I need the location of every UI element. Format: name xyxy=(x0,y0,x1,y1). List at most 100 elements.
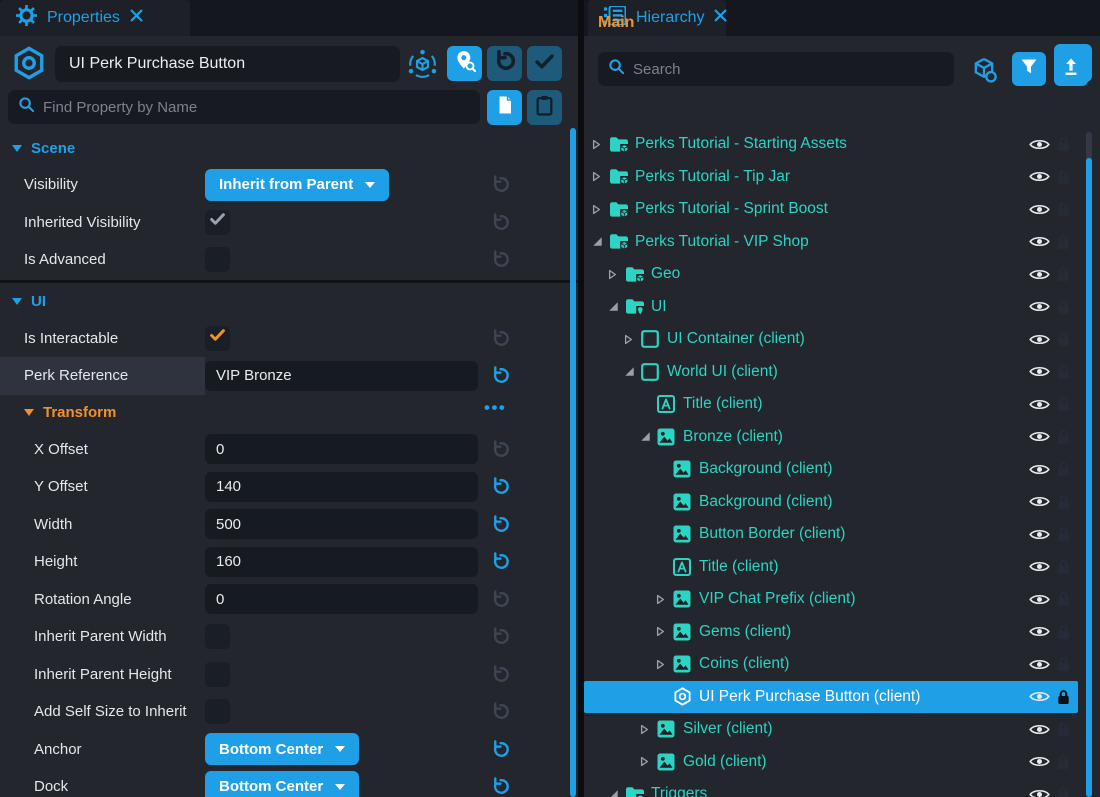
eye-visibility-icon[interactable] xyxy=(1029,755,1051,768)
lock-icon[interactable] xyxy=(1057,364,1072,380)
rotation-angle-field[interactable]: 0 xyxy=(205,584,478,614)
tree-item-perks-tutorial-sprint-boost[interactable]: Perks Tutorial - Sprint Boost xyxy=(584,193,1078,226)
lock-icon[interactable] xyxy=(1057,461,1072,477)
collapsed-expander-icon[interactable] xyxy=(608,269,625,280)
tree-item-gems-client[interactable]: Gems (client) xyxy=(584,616,1078,649)
lock-icon[interactable] xyxy=(1057,331,1072,347)
expanded-expander-icon[interactable] xyxy=(624,366,641,377)
x-offset-field[interactable]: 0 xyxy=(205,434,478,464)
eye-visibility-icon[interactable] xyxy=(1029,690,1051,703)
eye-visibility-icon[interactable] xyxy=(1029,430,1051,443)
close-icon[interactable] xyxy=(714,9,727,27)
collapsed-expander-icon[interactable] xyxy=(656,626,673,637)
property-search-input[interactable] xyxy=(43,99,470,116)
eye-visibility-icon[interactable] xyxy=(1029,170,1051,183)
tree-item-silver-client[interactable]: Silver (client) xyxy=(584,713,1078,746)
more-options-icon[interactable]: ••• xyxy=(484,398,506,418)
lock-icon[interactable] xyxy=(1057,136,1072,152)
properties-scrollbar[interactable] xyxy=(570,128,576,797)
add-self-size-to-inherit-checkbox[interactable] xyxy=(205,699,230,724)
cube-network-icon[interactable] xyxy=(406,48,438,80)
section-header-ui[interactable]: UI xyxy=(0,284,578,320)
expanded-expander-icon[interactable] xyxy=(608,789,625,797)
tree-item-ui-perk-purchase-button-client[interactable]: UI Perk Purchase Button (client) xyxy=(584,681,1078,714)
tree-item-geo[interactable]: Geo xyxy=(584,258,1078,291)
confirm-button[interactable] xyxy=(527,46,562,81)
lock-icon[interactable] xyxy=(1057,786,1072,797)
lock-icon[interactable] xyxy=(1057,559,1072,575)
inherit-parent-height-checkbox[interactable] xyxy=(205,662,230,687)
paste-properties-button[interactable] xyxy=(527,90,562,125)
asset-library-cube-icon[interactable] xyxy=(970,56,998,84)
lock-icon[interactable] xyxy=(1057,624,1072,640)
collapsed-expander-icon[interactable] xyxy=(592,171,609,182)
lock-icon[interactable] xyxy=(1057,591,1072,607)
tree-item-vip-chat-prefix-client[interactable]: VIP Chat Prefix (client) xyxy=(584,583,1078,616)
reset-icon[interactable] xyxy=(488,515,512,534)
tree-item-world-ui-client[interactable]: World UI (client) xyxy=(584,356,1078,389)
tree-item-button-border-client[interactable]: Button Border (client) xyxy=(584,518,1078,551)
collapsed-expander-icon[interactable] xyxy=(640,724,657,735)
collapsed-expander-icon[interactable] xyxy=(656,659,673,670)
tree-item-background-client[interactable]: Background (client) xyxy=(584,486,1078,519)
expanded-expander-icon[interactable] xyxy=(608,301,625,312)
lock-icon[interactable] xyxy=(1057,201,1072,217)
reset-icon[interactable] xyxy=(488,366,512,385)
inherit-parent-width-checkbox[interactable] xyxy=(205,624,230,649)
height-field[interactable]: 160 xyxy=(205,547,478,577)
reset-icon[interactable] xyxy=(488,477,512,496)
tree-item-perks-tutorial-starting-assets[interactable]: Perks Tutorial - Starting Assets xyxy=(584,128,1078,161)
locate-entity-button[interactable] xyxy=(447,46,482,81)
eye-visibility-icon[interactable] xyxy=(1029,333,1051,346)
copy-properties-button[interactable] xyxy=(487,90,522,125)
expanded-expander-icon[interactable] xyxy=(592,236,609,247)
lock-icon[interactable] xyxy=(1057,169,1072,185)
lock-icon[interactable] xyxy=(1057,396,1072,412)
eye-visibility-icon[interactable] xyxy=(1029,528,1051,541)
lock-icon[interactable] xyxy=(1057,526,1072,542)
eye-visibility-icon[interactable] xyxy=(1029,463,1051,476)
collapsed-expander-icon[interactable] xyxy=(656,594,673,605)
tree-item-perks-tutorial-tip-jar[interactable]: Perks Tutorial - Tip Jar xyxy=(584,161,1078,194)
y-offset-field[interactable]: 140 xyxy=(205,472,478,502)
eye-visibility-icon[interactable] xyxy=(1029,235,1051,248)
visibility-dropdown[interactable]: Inherit from Parent xyxy=(205,169,389,201)
tree-item-ui-container-client[interactable]: UI Container (client) xyxy=(584,323,1078,356)
hierarchy-search-input[interactable] xyxy=(633,61,944,78)
collapsed-expander-icon[interactable] xyxy=(624,334,641,345)
tree-item-triggers[interactable]: Triggers xyxy=(584,778,1078,797)
lock-icon[interactable] xyxy=(1057,234,1072,250)
eye-visibility-icon[interactable] xyxy=(1029,658,1051,671)
expanded-expander-icon[interactable] xyxy=(640,431,657,442)
subsection-transform[interactable]: Transform ••• xyxy=(0,395,578,431)
filter-button[interactable] xyxy=(1012,52,1046,86)
upload-button[interactable] xyxy=(1054,52,1088,86)
close-icon[interactable] xyxy=(130,9,143,27)
lock-icon[interactable] xyxy=(1057,429,1072,445)
perk-reference-field[interactable]: VIP Bronze xyxy=(205,361,478,391)
eye-visibility-icon[interactable] xyxy=(1029,788,1051,797)
tree-item-background-client[interactable]: Background (client) xyxy=(584,453,1078,486)
collapsed-expander-icon[interactable] xyxy=(592,139,609,150)
lock-icon[interactable] xyxy=(1057,266,1072,282)
tree-item-title-client[interactable]: Title (client) xyxy=(584,551,1078,584)
tree-item-bronze-client[interactable]: Bronze (client) xyxy=(584,421,1078,454)
eye-visibility-icon[interactable] xyxy=(1029,723,1051,736)
is-advanced-checkbox[interactable] xyxy=(205,247,230,272)
inherited-visibility-checkbox[interactable] xyxy=(205,210,230,235)
reset-icon[interactable] xyxy=(488,552,512,571)
eye-visibility-icon[interactable] xyxy=(1029,365,1051,378)
collapsed-expander-icon[interactable] xyxy=(592,204,609,215)
eye-visibility-icon[interactable] xyxy=(1029,300,1051,313)
undo-button[interactable] xyxy=(487,46,522,81)
lock-icon[interactable] xyxy=(1057,689,1072,705)
eye-visibility-icon[interactable] xyxy=(1029,625,1051,638)
lock-icon[interactable] xyxy=(1057,656,1072,672)
eye-visibility-icon[interactable] xyxy=(1029,268,1051,281)
is-interactable-checkbox[interactable] xyxy=(205,326,230,351)
section-header-scene[interactable]: Scene xyxy=(0,130,578,166)
tree-item-gold-client[interactable]: Gold (client) xyxy=(584,746,1078,779)
width-field[interactable]: 500 xyxy=(205,509,478,539)
lock-icon[interactable] xyxy=(1057,721,1072,737)
reset-icon[interactable] xyxy=(488,740,512,759)
